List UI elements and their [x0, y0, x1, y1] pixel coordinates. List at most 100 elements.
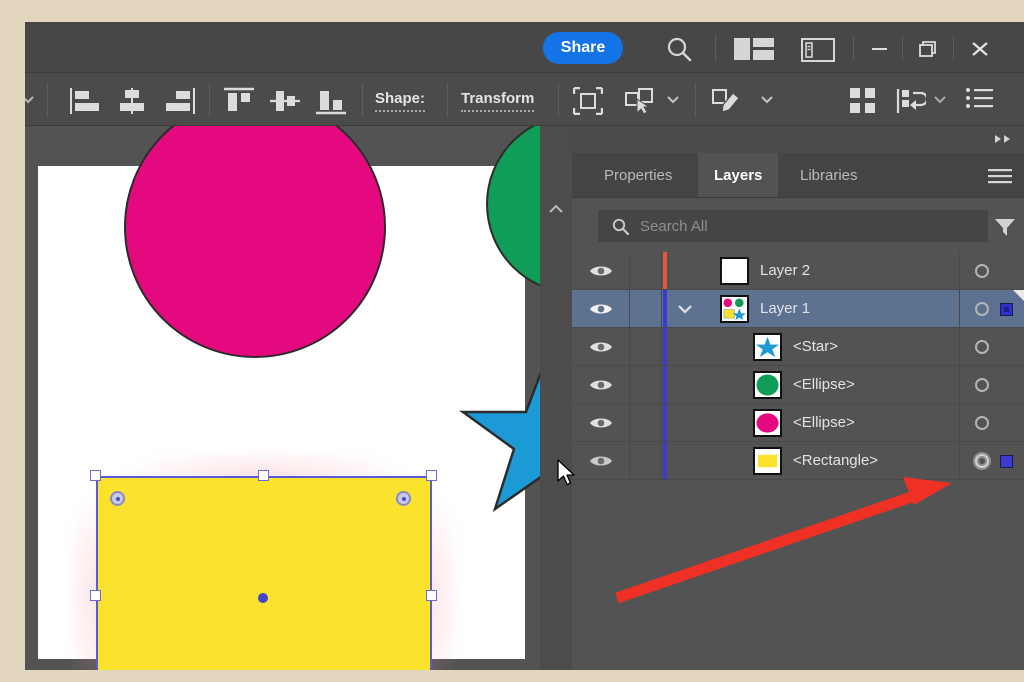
target-circle-icon-active[interactable]	[975, 454, 989, 468]
layer-thumbnail[interactable]	[753, 333, 782, 361]
corner-radius-widget-tr[interactable]	[396, 491, 411, 506]
panel-menu-icon[interactable]	[988, 169, 1012, 184]
target-cell	[959, 290, 1024, 327]
arrange-documents-icon[interactable]	[734, 38, 774, 60]
artboard[interactable]	[38, 126, 540, 670]
tab-libraries[interactable]: Libraries	[784, 153, 874, 198]
eye-icon	[590, 418, 612, 428]
visibility-toggle[interactable]	[572, 328, 630, 365]
restore-button[interactable]	[904, 34, 953, 62]
chevron-down-icon[interactable]	[666, 95, 680, 104]
layer-row-ellipse-magenta[interactable]: <Ellipse>	[572, 404, 1024, 442]
transform-label[interactable]: Transform	[461, 90, 535, 112]
search-input[interactable]	[640, 210, 976, 242]
target-circle-icon[interactable]	[975, 416, 989, 430]
layer-row-layer-1[interactable]: Layer 1	[572, 290, 1024, 328]
target-circle-icon[interactable]	[975, 302, 989, 316]
layer-color-bar	[663, 404, 667, 441]
document-setup-list-icon[interactable]	[965, 87, 993, 111]
select-similar-objects-icon[interactable]	[624, 87, 656, 115]
shape-label[interactable]: Shape:	[375, 90, 426, 112]
canvas-area[interactable]	[25, 126, 540, 670]
visibility-toggle[interactable]	[572, 252, 630, 289]
ellipse-green-thumbnail	[755, 373, 780, 397]
target-circle-icon[interactable]	[975, 378, 989, 392]
selection-handle-mr[interactable]	[426, 590, 437, 601]
share-button[interactable]: Share	[543, 32, 623, 64]
ellipse-magenta-shape[interactable]	[124, 126, 386, 358]
selection-square-icon[interactable]	[1000, 303, 1013, 316]
visibility-toggle[interactable]	[572, 442, 630, 479]
panel-tab-bar: Properties Layers Libraries	[572, 153, 1024, 198]
lock-toggle[interactable]	[630, 252, 662, 289]
workspace-switcher-icon[interactable]	[801, 38, 835, 62]
selection-handle-tr[interactable]	[426, 470, 437, 481]
shape-center-point	[258, 593, 268, 603]
layer-row-star[interactable]: <Star>	[572, 328, 1024, 366]
search-row	[572, 198, 1024, 252]
corner-radius-widget-tl[interactable]	[110, 491, 125, 506]
title-bar: Share	[25, 22, 1024, 72]
layer-row-rectangle[interactable]: <Rectangle>	[572, 442, 1024, 480]
align-vertical-center-icon[interactable]	[268, 87, 302, 115]
layer-thumbnail[interactable]	[720, 295, 749, 323]
target-circle-icon[interactable]	[975, 264, 989, 278]
layer-thumbnail[interactable]	[753, 447, 782, 475]
lock-toggle[interactable]	[630, 404, 662, 441]
tab-layers[interactable]: Layers	[698, 153, 779, 198]
layer-name[interactable]: <Star>	[793, 338, 838, 355]
tab-properties[interactable]: Properties	[588, 153, 688, 198]
star-blue-shape[interactable]	[458, 346, 540, 526]
chevron-up-icon[interactable]	[548, 204, 564, 215]
search-icon[interactable]	[665, 35, 693, 63]
layer-row-ellipse-green[interactable]: <Ellipse>	[572, 366, 1024, 404]
align-top-icon[interactable]	[222, 87, 256, 115]
selection-square-icon[interactable]	[1000, 455, 1013, 468]
layer-thumbnail[interactable]	[720, 257, 749, 285]
lock-toggle[interactable]	[630, 328, 662, 365]
layer-name[interactable]: <Ellipse>	[793, 414, 855, 431]
align-left-icon[interactable]	[69, 87, 103, 115]
ellipse-green-shape[interactable]	[486, 126, 540, 294]
filter-icon[interactable]	[994, 217, 1016, 237]
layer-name[interactable]: <Ellipse>	[793, 376, 855, 393]
selection-handle-ml[interactable]	[90, 590, 101, 601]
layer-thumbnail[interactable]	[753, 371, 782, 399]
search-icon	[612, 218, 629, 235]
layer-name[interactable]: <Rectangle>	[793, 452, 878, 469]
lock-toggle[interactable]	[630, 290, 662, 327]
chevron-down-icon[interactable]	[933, 95, 947, 104]
align-bottom-icon[interactable]	[314, 87, 348, 115]
visibility-toggle[interactable]	[572, 366, 630, 403]
layer-thumbnail[interactable]	[753, 409, 782, 437]
chevron-down-icon[interactable]	[677, 304, 693, 314]
grid-icon[interactable]	[849, 87, 877, 115]
eye-icon	[590, 380, 612, 390]
layer-row-layer-2[interactable]: Layer 2	[572, 252, 1024, 290]
control-toolbar: Shape: Transform	[25, 72, 1024, 126]
layer-list[interactable]: Layer 2 Layer 1 <Star> <Ellipse> <Ellips…	[572, 252, 1024, 670]
isolate-selection-icon[interactable]	[573, 87, 603, 115]
align-horizontal-center-icon[interactable]	[115, 87, 149, 115]
panel-top-bar	[572, 126, 1024, 153]
chevron-down-icon[interactable]	[25, 95, 35, 104]
align-right-icon[interactable]	[162, 87, 196, 115]
edit-toolbar-icon[interactable]	[711, 87, 745, 115]
screenshot-root: Share Shape: Transform Properties Layers…	[0, 0, 1024, 682]
rectangle-yellow-shape[interactable]	[96, 476, 432, 670]
visibility-toggle[interactable]	[572, 290, 630, 327]
eye-icon	[590, 456, 612, 466]
target-circle-icon[interactable]	[975, 340, 989, 354]
layer-name[interactable]: Layer 2	[760, 262, 810, 279]
lock-toggle[interactable]	[630, 442, 662, 479]
distribute-spacing-icon[interactable]	[896, 87, 926, 115]
minimize-button[interactable]	[855, 34, 904, 62]
close-button[interactable]	[956, 34, 1005, 62]
chevron-down-icon[interactable]	[760, 95, 774, 104]
lock-toggle[interactable]	[630, 366, 662, 403]
visibility-toggle[interactable]	[572, 404, 630, 441]
layer-name[interactable]: Layer 1	[760, 300, 810, 317]
double-chevron-right-icon[interactable]	[994, 134, 1014, 144]
selection-handle-tl[interactable]	[90, 470, 101, 481]
selection-handle-tc[interactable]	[258, 470, 269, 481]
